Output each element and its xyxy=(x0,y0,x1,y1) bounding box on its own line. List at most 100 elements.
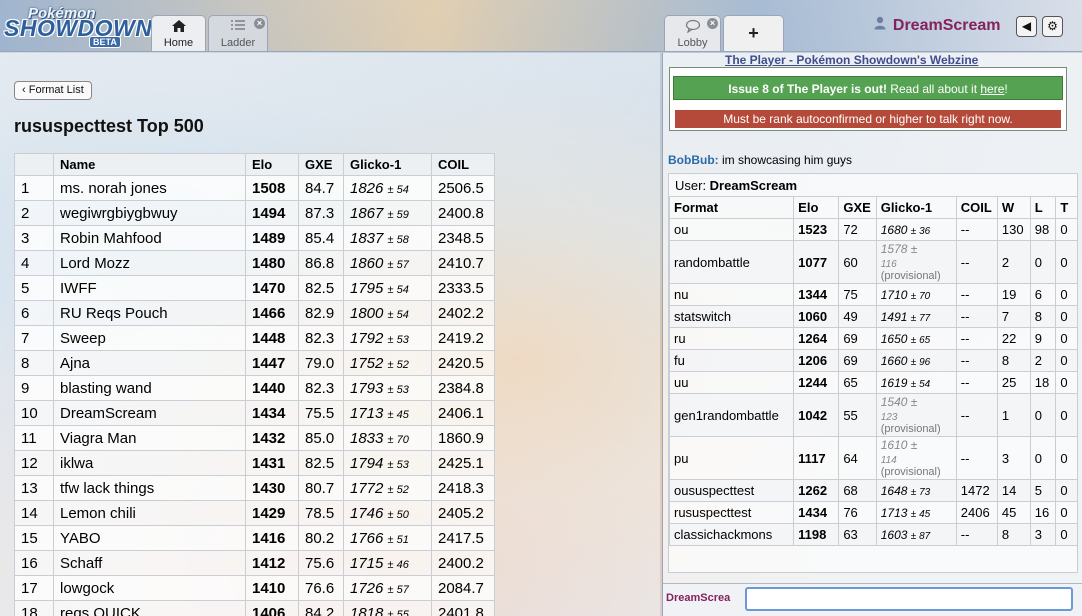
coil-cell: 2406 xyxy=(955,501,998,524)
glicko-value: 1792 xyxy=(350,329,384,347)
showdown-logo[interactable]: Pokémon SHOWDOWN BETA xyxy=(4,5,152,48)
table-row: nu 1344 75 1710 ± 70 -- 19 6 0 xyxy=(668,283,1078,306)
name-cell[interactable]: Viagra Man xyxy=(53,425,246,451)
glicko-deviation: 114 xyxy=(880,455,897,466)
elo-cell: 1264 xyxy=(793,327,840,350)
name-cell[interactable]: YABO xyxy=(53,525,246,551)
name-cell[interactable]: Lord Mozz xyxy=(53,250,246,276)
glicko-deviation: ± 54 xyxy=(910,378,931,390)
table-row: gen1randombattle 1042 55 1540 ± 123 (provisio… xyxy=(668,393,1078,437)
elo-cell: 1494 xyxy=(245,200,299,226)
ties-cell: 0 xyxy=(1055,436,1078,480)
col-losses: L xyxy=(1029,196,1057,219)
name-cell[interactable]: reqs QUICK xyxy=(53,600,246,616)
gxe-cell: 55 xyxy=(838,393,877,437)
glicko-value: 1660 xyxy=(880,353,908,368)
losses-cell: 98 xyxy=(1029,218,1057,241)
gxe-cell: 68 xyxy=(838,479,877,502)
glicko-value: 1540 ± xyxy=(880,395,918,409)
new-tab-button[interactable]: + xyxy=(723,15,784,51)
ties-cell: 0 xyxy=(1055,371,1078,394)
glicko-value: 1578 ± xyxy=(880,242,918,256)
name-cell[interactable]: ms. norah jones xyxy=(53,175,246,201)
name-cell[interactable]: Ajna xyxy=(53,350,246,376)
losses-cell: 2 xyxy=(1029,349,1057,372)
name-cell[interactable]: blasting wand xyxy=(53,375,246,401)
coil-cell: 2425.1 xyxy=(431,450,495,476)
glicko-value: 1713 xyxy=(350,404,384,422)
format-list-button[interactable]: ‹ Format List xyxy=(14,81,92,100)
name-cell[interactable]: Schaff xyxy=(53,550,246,576)
gxe-cell: 69 xyxy=(838,349,877,372)
col-name: Name xyxy=(53,153,246,176)
logo-showdown-text: SHOWDOWN xyxy=(4,15,153,41)
wins-cell: 3 xyxy=(996,436,1031,480)
coil-cell: -- xyxy=(955,349,998,372)
col-glicko: Glicko-1 xyxy=(875,196,957,219)
glicko-value: 1752 xyxy=(350,354,384,372)
glicko-deviation: ± 53 xyxy=(387,383,409,396)
announcement-end: ! xyxy=(1004,82,1008,96)
name-cell[interactable]: iklwa xyxy=(53,450,246,476)
name-cell[interactable]: Sweep xyxy=(53,325,246,351)
gxe-cell: 85.0 xyxy=(298,425,344,451)
coil-cell: 1860.9 xyxy=(431,425,495,451)
coil-cell: 2348.5 xyxy=(431,225,495,251)
table-row: 4 Lord Mozz 1480 86.8 1860 ± 57 2410.7 xyxy=(14,250,495,276)
wins-cell: 1 xyxy=(996,393,1031,437)
wins-cell: 45 xyxy=(996,501,1031,524)
glicko-value: 1826 xyxy=(350,179,384,197)
glicko-value: 1746 xyxy=(350,504,384,522)
coil-cell: 2402.2 xyxy=(431,300,495,326)
losses-cell: 16 xyxy=(1029,501,1057,524)
gxe-cell: 75.6 xyxy=(298,550,344,576)
glicko-value: 1794 xyxy=(350,454,384,472)
glicko-value: 1833 xyxy=(350,429,384,447)
glicko-deviation: ± 54 xyxy=(387,308,409,321)
user-line-name: DreamScream xyxy=(709,178,798,193)
name-cell[interactable]: IWFF xyxy=(53,275,246,301)
losses-cell: 18 xyxy=(1029,371,1057,394)
glicko-deviation: ± 57 xyxy=(387,258,409,271)
chat-input-username: DreamScrea xyxy=(666,592,731,604)
glicko-deviation: ± 70 xyxy=(910,290,931,302)
username-label: DreamScream xyxy=(892,17,1001,34)
gxe-cell: 76 xyxy=(838,501,877,524)
tab-lobby[interactable]: × Lobby xyxy=(664,15,721,51)
name-cell[interactable]: wegiwrgbiygbwuy xyxy=(53,200,246,226)
webzine-link[interactable]: The Player - Pokémon Showdown's Webzine xyxy=(725,53,978,67)
glicko-deviation: ± 57 xyxy=(387,583,409,596)
rank-cell: 1 xyxy=(14,175,54,201)
format-cell: rususpecttest xyxy=(668,501,795,524)
format-list-label: Format List xyxy=(28,84,84,96)
glicko-value: 1867 xyxy=(350,204,384,222)
rank-cell: 5 xyxy=(14,275,54,301)
elo-cell: 1077 xyxy=(793,240,840,284)
glicko-value: 1800 xyxy=(350,304,384,322)
name-cell[interactable]: tfw lack things xyxy=(53,475,246,501)
tab-home[interactable]: Home xyxy=(151,15,206,51)
username-button[interactable]: DreamScream xyxy=(874,16,1001,35)
name-cell[interactable]: RU Reqs Pouch xyxy=(53,300,246,326)
coil-cell: 2333.5 xyxy=(431,275,495,301)
chat-input[interactable] xyxy=(745,587,1073,611)
coil-cell: 2084.7 xyxy=(431,575,495,601)
name-cell[interactable]: Robin Mahfood xyxy=(53,225,246,251)
table-row: 10 DreamScream 1434 75.5 1713 ± 45 2406.1 xyxy=(14,400,495,426)
losses-cell: 9 xyxy=(1029,327,1057,350)
chat-username[interactable]: BobBub: xyxy=(668,153,719,167)
name-cell[interactable]: lowgock xyxy=(53,575,246,601)
close-icon[interactable]: × xyxy=(254,18,265,29)
gxe-cell: 86.8 xyxy=(298,250,344,276)
name-cell[interactable]: DreamScream xyxy=(53,400,246,426)
table-row: randombattle 1077 60 1578 ± 116 (provisional)… xyxy=(668,240,1078,284)
close-icon[interactable]: × xyxy=(707,18,718,29)
sound-button[interactable]: ◀ xyxy=(1016,16,1037,37)
tab-ladder[interactable]: × Ladder xyxy=(208,15,268,51)
glicko-value: 1795 xyxy=(350,279,384,297)
glicko-deviation: ± 96 xyxy=(910,356,931,368)
name-cell[interactable]: Lemon chili xyxy=(53,500,246,526)
announcement-link[interactable]: here xyxy=(980,82,1004,96)
options-button[interactable]: ⚙ xyxy=(1042,16,1063,37)
ties-cell: 0 xyxy=(1055,349,1078,372)
